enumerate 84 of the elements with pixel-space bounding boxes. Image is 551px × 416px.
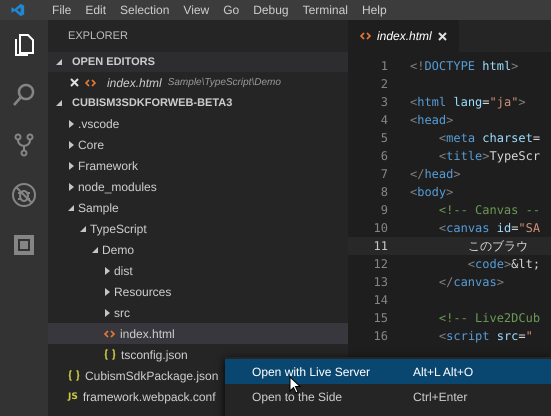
angle-brackets-icon	[85, 78, 96, 86]
sidebar-title: EXPLORER	[67, 29, 129, 44]
line-number: 8	[380, 185, 388, 199]
tree-item-label: framework.webpack.conf	[82, 390, 216, 404]
tree-item[interactable]: node_modules	[48, 176, 348, 197]
line-number: 4	[380, 113, 388, 127]
menu-item[interactable]: Open with Live Server Alt+L Alt+O	[225, 359, 551, 384]
tree-item[interactable]: Resources	[48, 281, 348, 302]
close-icon[interactable]	[438, 32, 447, 40]
braces-icon	[104, 349, 116, 360]
no-bug-icon	[11, 182, 37, 208]
tree-item-label: CubismSdkPackage.json	[85, 368, 218, 382]
tree-item-label: Sample	[78, 200, 119, 214]
menu-item[interactable]: Help	[362, 3, 387, 17]
tree-item[interactable]: dist	[48, 260, 348, 281]
code-line: <!DOCTYPE html>	[410, 59, 518, 73]
tree-item[interactable]: TypeScript	[48, 218, 348, 239]
tree-item-label: tsconfig.json	[121, 348, 188, 362]
menu-item[interactable]: Open to the Side Ctrl+Enter	[225, 384, 551, 409]
tree-item-label: .vscode	[78, 116, 120, 130]
code-line: <title>TypeScr	[438, 149, 540, 163]
code-line: <body>	[410, 185, 454, 199]
line-number: 11	[372, 239, 388, 253]
tree-item-label: src	[114, 306, 130, 320]
menu-item[interactable]: Go	[223, 3, 240, 17]
file-name[interactable]: index.html	[107, 76, 162, 90]
tree-item[interactable]: index.html	[48, 323, 348, 344]
tree-item[interactable]: Core	[48, 134, 348, 155]
section-header[interactable]: OPEN EDITORS	[48, 52, 348, 72]
code-line: </canvas>	[438, 275, 504, 289]
line-number: 2	[380, 77, 388, 91]
tree-item-label: node_modules	[78, 180, 157, 194]
code-line: <head>	[410, 113, 454, 127]
code-line: <canvas id="SA	[438, 221, 540, 235]
line-number: 12	[372, 257, 388, 271]
line-number: 16	[372, 329, 388, 343]
line-number: 13	[372, 275, 388, 289]
line-number: 15	[372, 311, 388, 325]
tree-item-label: TypeScript	[90, 222, 147, 236]
angle-brackets-icon	[104, 330, 115, 338]
menu-item[interactable]: Selection	[120, 3, 170, 17]
code-line: </head>	[410, 167, 461, 181]
line-number: 6	[380, 149, 388, 163]
line-number: 10	[372, 221, 388, 235]
menu-item[interactable]: View	[183, 3, 210, 17]
search-icon	[11, 82, 37, 108]
menu-item[interactable]: Terminal	[302, 3, 348, 17]
menu-item[interactable]: Edit	[85, 3, 106, 17]
tree-item[interactable]: Sample	[48, 197, 348, 218]
tree-item[interactable]: .vscode	[48, 113, 348, 134]
code-line: このブラウ	[466, 238, 528, 254]
tree-item-label: Core	[78, 138, 104, 152]
code-line: <code>&lt;	[466, 257, 540, 271]
line-number: 14	[372, 293, 388, 307]
editor-tab[interactable]: index.html	[348, 20, 459, 52]
tab-label: index.html	[377, 29, 432, 43]
line-number: 3	[380, 95, 388, 109]
tree-item-label: Resources	[114, 284, 172, 298]
tree-item[interactable]: Framework	[48, 155, 348, 176]
tree-item[interactable]: Demo	[48, 239, 348, 260]
line-number: 7	[380, 167, 388, 181]
braces-icon	[68, 370, 80, 381]
code-line: <html lang="ja">	[410, 95, 526, 109]
extensions-icon	[12, 233, 36, 257]
tree-item-label: Framework	[78, 158, 138, 172]
file-type-label: JS	[68, 392, 78, 402]
tree-item-label: index.html	[120, 326, 175, 340]
menu-item[interactable]: Debug	[253, 3, 289, 17]
file-path: Sample\TypeScript\Demo	[168, 77, 281, 88]
menu-item[interactable]: File	[52, 3, 72, 17]
code-line: <!-- Canvas --	[438, 203, 540, 217]
line-number: 1	[380, 59, 388, 73]
app-logo-icon	[10, 3, 26, 17]
close-icon[interactable]	[70, 78, 79, 87]
tree-item-label: Demo	[102, 242, 134, 256]
code-line: <!-- Live2DCub	[438, 311, 540, 325]
angle-brackets-icon	[360, 32, 371, 40]
mouse-pointer-icon	[289, 376, 301, 394]
tree-item-label: dist	[114, 264, 133, 278]
tree-item[interactable]: src	[48, 302, 348, 323]
code-line: <meta charset=	[438, 131, 540, 145]
code-line: <script src="	[438, 329, 533, 343]
line-number: 9	[380, 203, 388, 217]
line-number: 5	[380, 131, 388, 145]
